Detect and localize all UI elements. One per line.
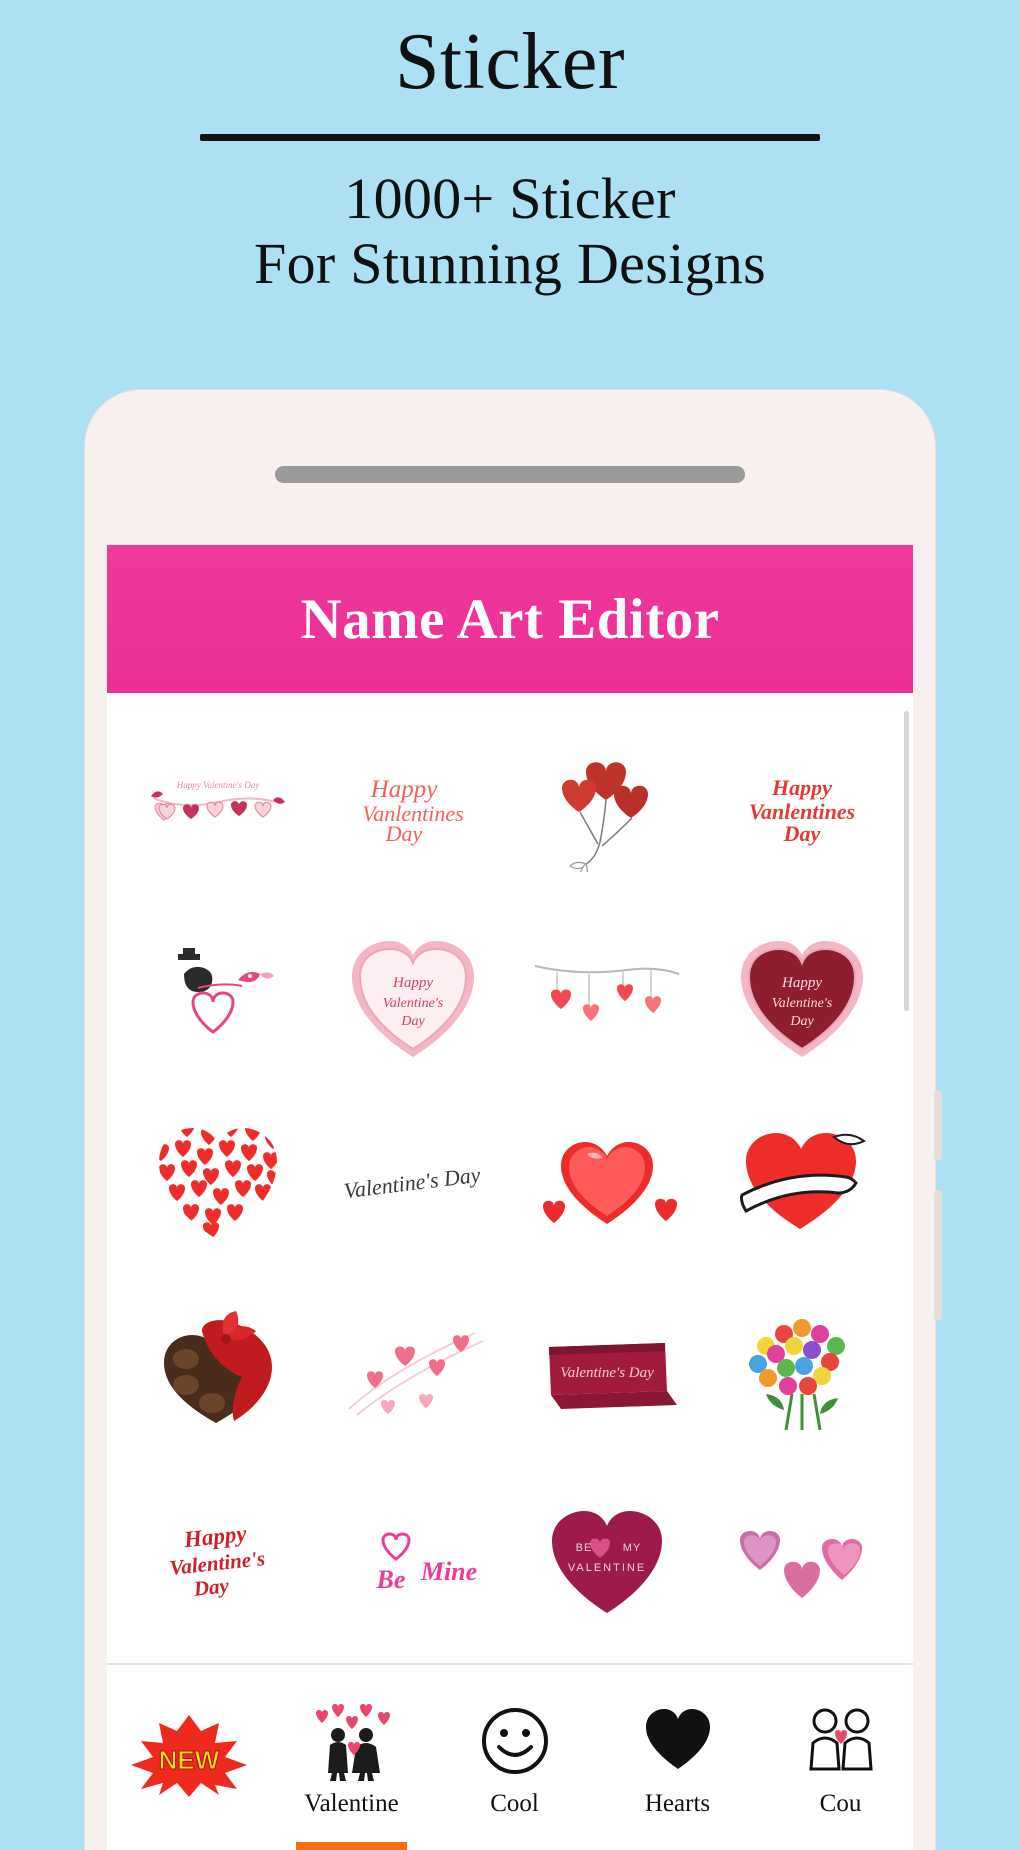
heart-icon: [642, 1698, 714, 1784]
sticker-heart-made-of-hearts[interactable]: [128, 1103, 308, 1263]
tab-valentine[interactable]: Valentine: [270, 1665, 433, 1850]
valentine-couple-icon: [308, 1698, 396, 1784]
promo-subtitle-line2: For Stunning Designs: [254, 230, 766, 296]
svg-text:Happy: Happy: [182, 1520, 249, 1552]
svg-text:Day: Day: [192, 1573, 231, 1601]
tab-new[interactable]: NEW: [107, 1665, 270, 1850]
promo-subtitle-line1: 1000+ Sticker: [344, 166, 676, 231]
sticker-glitter-hearts-trio[interactable]: [712, 1479, 892, 1639]
sticker-love-birds-heart[interactable]: [128, 915, 308, 1075]
bottom-tab-bar: NEW Valentine Cool Hearts Cou: [107, 1663, 913, 1850]
svg-text:Valentine's: Valentine's: [771, 996, 832, 1011]
svg-text:Day: Day: [789, 1014, 814, 1029]
sticker-hanging-hearts-branch[interactable]: [517, 915, 697, 1075]
phone-speaker: [275, 466, 745, 483]
app-title: Name Art Editor: [300, 587, 720, 651]
phone-power-button: [934, 1190, 942, 1320]
svg-text:Valentine's Day: Valentine's Day: [560, 1365, 654, 1381]
svg-text:Happy: Happy: [369, 776, 438, 803]
tab-couple-label: Cou: [819, 1789, 862, 1817]
sticker-valentines-day-handwritten[interactable]: Valentine's Day: [323, 1103, 503, 1263]
svg-text:Happy: Happy: [771, 775, 832, 800]
sticker-valentines-day-ribbon-banner[interactable]: Valentine's Day: [517, 1291, 697, 1451]
phone-mockup: Name Art Editor Happy Valentine's Day Ha…: [85, 390, 942, 1850]
sticker-heart-with-ribbon-banner[interactable]: [712, 1103, 892, 1263]
tab-hearts[interactable]: Hearts: [596, 1665, 759, 1850]
tab-couple[interactable]: Cou: [759, 1665, 913, 1850]
sticker-flower-bouquet[interactable]: [712, 1291, 892, 1451]
svg-text:BE: BE: [576, 1542, 593, 1554]
promo-header: Sticker 1000+ Sticker For Stunning Desig…: [0, 0, 1020, 297]
svg-text:MY: MY: [623, 1542, 642, 1554]
sticker-happy-valentines-day-heart-banner[interactable]: Happy Valentine's Day: [128, 727, 308, 887]
phone-volume-button: [934, 1090, 942, 1160]
sticker-grid-container[interactable]: Happy Valentine's Day Happy Vanlentines …: [107, 693, 913, 1665]
smiley-icon: [479, 1698, 551, 1784]
new-burst-icon: NEW: [119, 1712, 259, 1798]
promo-divider: [200, 134, 820, 141]
sticker-pink-lace-heart-card[interactable]: Happy Valentine's Day: [323, 915, 503, 1075]
svg-text:Happy: Happy: [781, 975, 822, 991]
sticker-happy-valentines-day-bold-red[interactable]: Happy Vanlentines Day: [712, 727, 892, 887]
promo-title: Sticker: [394, 18, 626, 106]
tab-active-indicator: [296, 1842, 407, 1850]
sticker-be-my-valentine-heart[interactable]: BE MY VALENTINE: [517, 1479, 697, 1639]
app-bar: Name Art Editor: [107, 545, 913, 693]
promo-subtitle: 1000+ Sticker For Stunning Designs: [0, 166, 1020, 297]
sticker-heart-chocolate-box[interactable]: [128, 1291, 308, 1451]
sticker-happy-valentines-day-red-script[interactable]: Happy Valentine's Day: [128, 1479, 308, 1639]
svg-text:Happy: Happy: [392, 975, 433, 991]
scrollbar[interactable]: [904, 711, 909, 1011]
sticker-happy-valentines-day-script-red[interactable]: Happy Vanlentines Day: [323, 727, 503, 887]
tab-hearts-label: Hearts: [644, 1789, 711, 1817]
couple-icon: [801, 1698, 881, 1784]
tab-cool[interactable]: Cool: [433, 1665, 596, 1850]
svg-text:Mine: Mine: [420, 1557, 477, 1586]
svg-text:Day: Day: [384, 821, 422, 846]
svg-text:NEW: NEW: [158, 1745, 219, 1775]
svg-text:Day: Day: [400, 1014, 425, 1029]
svg-text:Valentine's Day: Valentine's Day: [342, 1162, 482, 1204]
svg-text:Happy Valentine's Day: Happy Valentine's Day: [176, 780, 259, 790]
sticker-grid: Happy Valentine's Day Happy Vanlentines …: [121, 693, 899, 1653]
sticker-glossy-red-hearts[interactable]: [517, 1103, 697, 1263]
svg-text:Valentine's: Valentine's: [382, 996, 443, 1011]
tab-valentine-label: Valentine: [304, 1789, 399, 1817]
sticker-dark-red-lace-heart-card[interactable]: Happy Valentine's Day: [712, 915, 892, 1075]
svg-text:VALENTINE: VALENTINE: [568, 1562, 646, 1574]
sticker-heart-balloons[interactable]: [517, 727, 697, 887]
sticker-be-mine-pink[interactable]: Be Mine: [323, 1479, 503, 1639]
svg-text:Day: Day: [783, 821, 821, 846]
svg-text:Be: Be: [375, 1565, 405, 1594]
phone-screen: Name Art Editor Happy Valentine's Day Ha…: [107, 545, 913, 1850]
tab-cool-label: Cool: [490, 1789, 539, 1817]
sticker-pink-hearts-swirl[interactable]: [323, 1291, 503, 1451]
